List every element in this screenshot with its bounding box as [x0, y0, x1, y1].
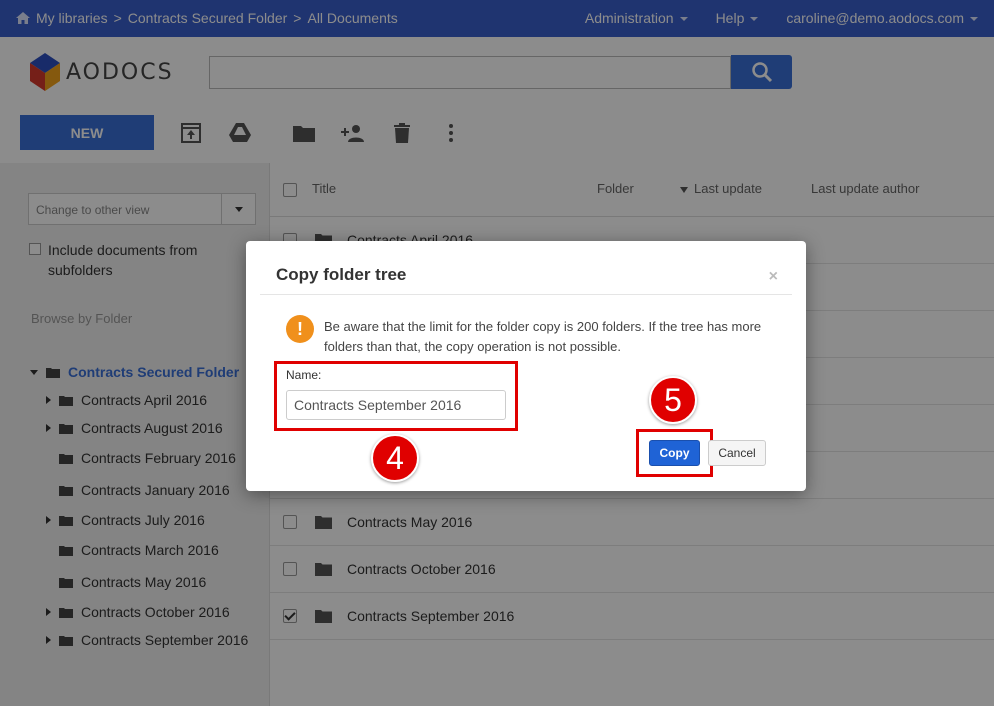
- close-icon[interactable]: ×: [769, 268, 778, 286]
- dialog-title: Copy folder tree: [276, 265, 407, 284]
- copy-button[interactable]: Copy: [649, 440, 700, 466]
- name-label: Name:: [286, 368, 322, 382]
- cancel-button[interactable]: Cancel: [708, 440, 766, 466]
- copy-folder-tree-dialog: Copy folder tree × ! Be aware that the l…: [246, 241, 806, 491]
- step-badge-5: 5: [649, 376, 697, 424]
- warning-message: Be aware that the limit for the folder c…: [324, 319, 762, 354]
- folder-name-input[interactable]: [286, 390, 506, 420]
- warning-icon: !: [286, 315, 314, 343]
- step-badge-4: 4: [371, 434, 419, 482]
- divider: [260, 294, 792, 295]
